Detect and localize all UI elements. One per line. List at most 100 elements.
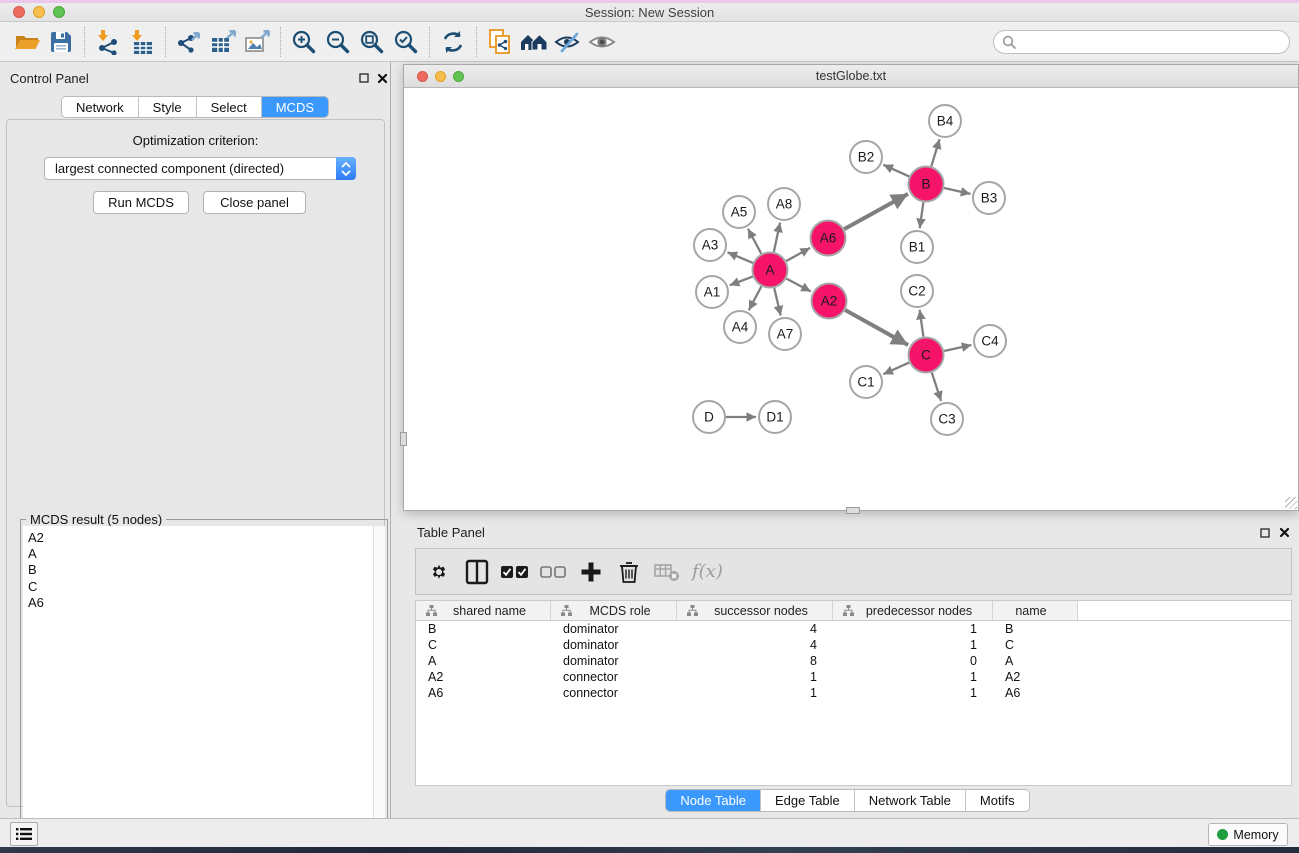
table-row[interactable]: Cdominator41C	[416, 637, 1291, 653]
graph-edge-C-C2[interactable]	[920, 310, 924, 337]
graph-node-A4[interactable]: A4	[724, 311, 756, 343]
graph-node-B1[interactable]: B1	[901, 231, 933, 263]
cell-mcds-role[interactable]: dominator	[551, 653, 677, 669]
cell-predecessor-nodes[interactable]: 1	[833, 669, 993, 685]
graph-edge-B-B4[interactable]	[931, 139, 939, 166]
task-history-button[interactable]	[10, 822, 38, 846]
show-columns-icon[interactable]	[462, 557, 492, 587]
graph-edge-C-C1[interactable]	[883, 363, 909, 375]
mcds-result-item[interactable]: A2	[23, 530, 385, 546]
close-window-button[interactable]	[13, 6, 25, 18]
zoom-in-icon[interactable]	[287, 26, 321, 58]
cell-name[interactable]: A	[993, 653, 1078, 669]
clone-network-icon[interactable]	[483, 26, 517, 58]
tab-select[interactable]: Select	[197, 97, 262, 117]
graph-edge-B-B3[interactable]	[944, 188, 970, 194]
close-panel-icon[interactable]	[376, 72, 388, 84]
zoom-fit-icon[interactable]	[355, 26, 389, 58]
zoom-out-icon[interactable]	[321, 26, 355, 58]
minimize-window-button[interactable]	[33, 6, 45, 18]
column-header-successor-nodes[interactable]: successor nodes	[677, 601, 833, 620]
network-canvas[interactable]: AA1A2A3A4A5A6A7A8BB1B2B3B4CC1C2C3C4DD1	[404, 88, 1298, 510]
float-table-panel-icon[interactable]	[1259, 527, 1271, 539]
graph-node-C2[interactable]: C2	[901, 275, 933, 307]
splitpane-handle-bottom[interactable]	[846, 507, 860, 514]
cell-mcds-role[interactable]: dominator	[551, 621, 677, 637]
network-close-button[interactable]	[417, 71, 428, 82]
network-minimize-button[interactable]	[435, 71, 446, 82]
cell-shared-name[interactable]: B	[416, 621, 551, 637]
graph-edge-C-C3[interactable]	[932, 373, 941, 401]
delete-table-icon[interactable]	[652, 557, 682, 587]
graph-edge-A-A6[interactable]	[786, 248, 810, 261]
cell-name[interactable]: A6	[993, 685, 1078, 701]
graph-node-D[interactable]: D	[693, 401, 725, 433]
apply-layout-icon[interactable]	[436, 26, 470, 58]
cell-successor-nodes[interactable]: 4	[677, 621, 833, 637]
cell-successor-nodes[interactable]: 1	[677, 685, 833, 701]
graph-edge-A2-C[interactable]	[845, 310, 908, 345]
cell-mcds-role[interactable]: dominator	[551, 637, 677, 653]
graph-edge-C-C4[interactable]	[944, 345, 971, 351]
graph-edge-B-B1[interactable]	[920, 202, 924, 228]
cell-name[interactable]: A2	[993, 669, 1078, 685]
cell-shared-name[interactable]: A	[416, 653, 551, 669]
function-builder-icon[interactable]: f(x)	[692, 561, 723, 582]
memory-button[interactable]: Memory	[1208, 823, 1288, 846]
window-resize-grip[interactable]	[1285, 497, 1297, 509]
graph-edge-A-A4[interactable]	[749, 286, 762, 310]
graph-edge-A-A1[interactable]	[730, 277, 753, 286]
graph-node-C3[interactable]: C3	[931, 403, 963, 435]
cell-mcds-role[interactable]: connector	[551, 685, 677, 701]
cell-predecessor-nodes[interactable]: 1	[833, 621, 993, 637]
result-list-scrollbar[interactable]	[373, 526, 385, 850]
graph-node-A8[interactable]: A8	[768, 188, 800, 220]
table-row[interactable]: Adominator80A	[416, 653, 1291, 669]
network-window-titlebar[interactable]: testGlobe.txt	[404, 65, 1298, 88]
search-field[interactable]	[993, 30, 1290, 54]
save-session-icon[interactable]	[44, 26, 78, 58]
tab-edge-table[interactable]: Edge Table	[761, 790, 855, 811]
cell-shared-name[interactable]: A2	[416, 669, 551, 685]
tab-motifs[interactable]: Motifs	[966, 790, 1029, 811]
graph-node-C[interactable]: C	[909, 338, 944, 373]
criterion-dropdown[interactable]: largest connected component (directed)	[44, 157, 356, 180]
cell-mcds-role[interactable]: connector	[551, 669, 677, 685]
cell-predecessor-nodes[interactable]: 1	[833, 685, 993, 701]
splitpane-handle-left[interactable]	[400, 432, 407, 446]
export-table-icon[interactable]	[206, 26, 240, 58]
maximize-window-button[interactable]	[53, 6, 65, 18]
cell-predecessor-nodes[interactable]: 0	[833, 653, 993, 669]
graph-edge-A-A5[interactable]	[748, 229, 761, 254]
cell-name[interactable]: B	[993, 621, 1078, 637]
mcds-result-item[interactable]: A	[23, 546, 385, 562]
import-network-icon[interactable]	[91, 26, 125, 58]
export-network-icon[interactable]	[172, 26, 206, 58]
graph-edge-A-A3[interactable]	[728, 252, 753, 263]
close-panel-button[interactable]: Close panel	[203, 191, 306, 214]
graph-node-C1[interactable]: C1	[850, 366, 882, 398]
graph-node-A1[interactable]: A1	[696, 276, 728, 308]
column-header-name[interactable]: name	[993, 601, 1078, 620]
delete-columns-icon[interactable]	[614, 557, 644, 587]
cell-shared-name[interactable]: A6	[416, 685, 551, 701]
cell-successor-nodes[interactable]: 1	[677, 669, 833, 685]
graph-node-A2[interactable]: A2	[812, 284, 847, 319]
zoom-selected-icon[interactable]	[389, 26, 423, 58]
cell-successor-nodes[interactable]: 8	[677, 653, 833, 669]
column-header-shared-name[interactable]: shared name	[416, 601, 551, 620]
graph-node-B4[interactable]: B4	[929, 105, 961, 137]
network-maximize-button[interactable]	[453, 71, 464, 82]
table-settings-icon[interactable]	[424, 557, 454, 587]
run-mcds-button[interactable]: Run MCDS	[93, 191, 189, 214]
column-header-mcds-role[interactable]: MCDS role	[551, 601, 677, 620]
graph-node-C4[interactable]: C4	[974, 325, 1006, 357]
import-table-icon[interactable]	[125, 26, 159, 58]
add-column-icon[interactable]	[576, 557, 606, 587]
graph-node-A[interactable]: A	[753, 253, 788, 288]
deselect-all-columns-icon[interactable]	[538, 557, 568, 587]
tab-node-table[interactable]: Node Table	[666, 790, 761, 811]
graph-edge-A-A2[interactable]	[786, 279, 810, 292]
show-desktop-icon[interactable]	[517, 26, 551, 58]
graph-node-A3[interactable]: A3	[694, 229, 726, 261]
